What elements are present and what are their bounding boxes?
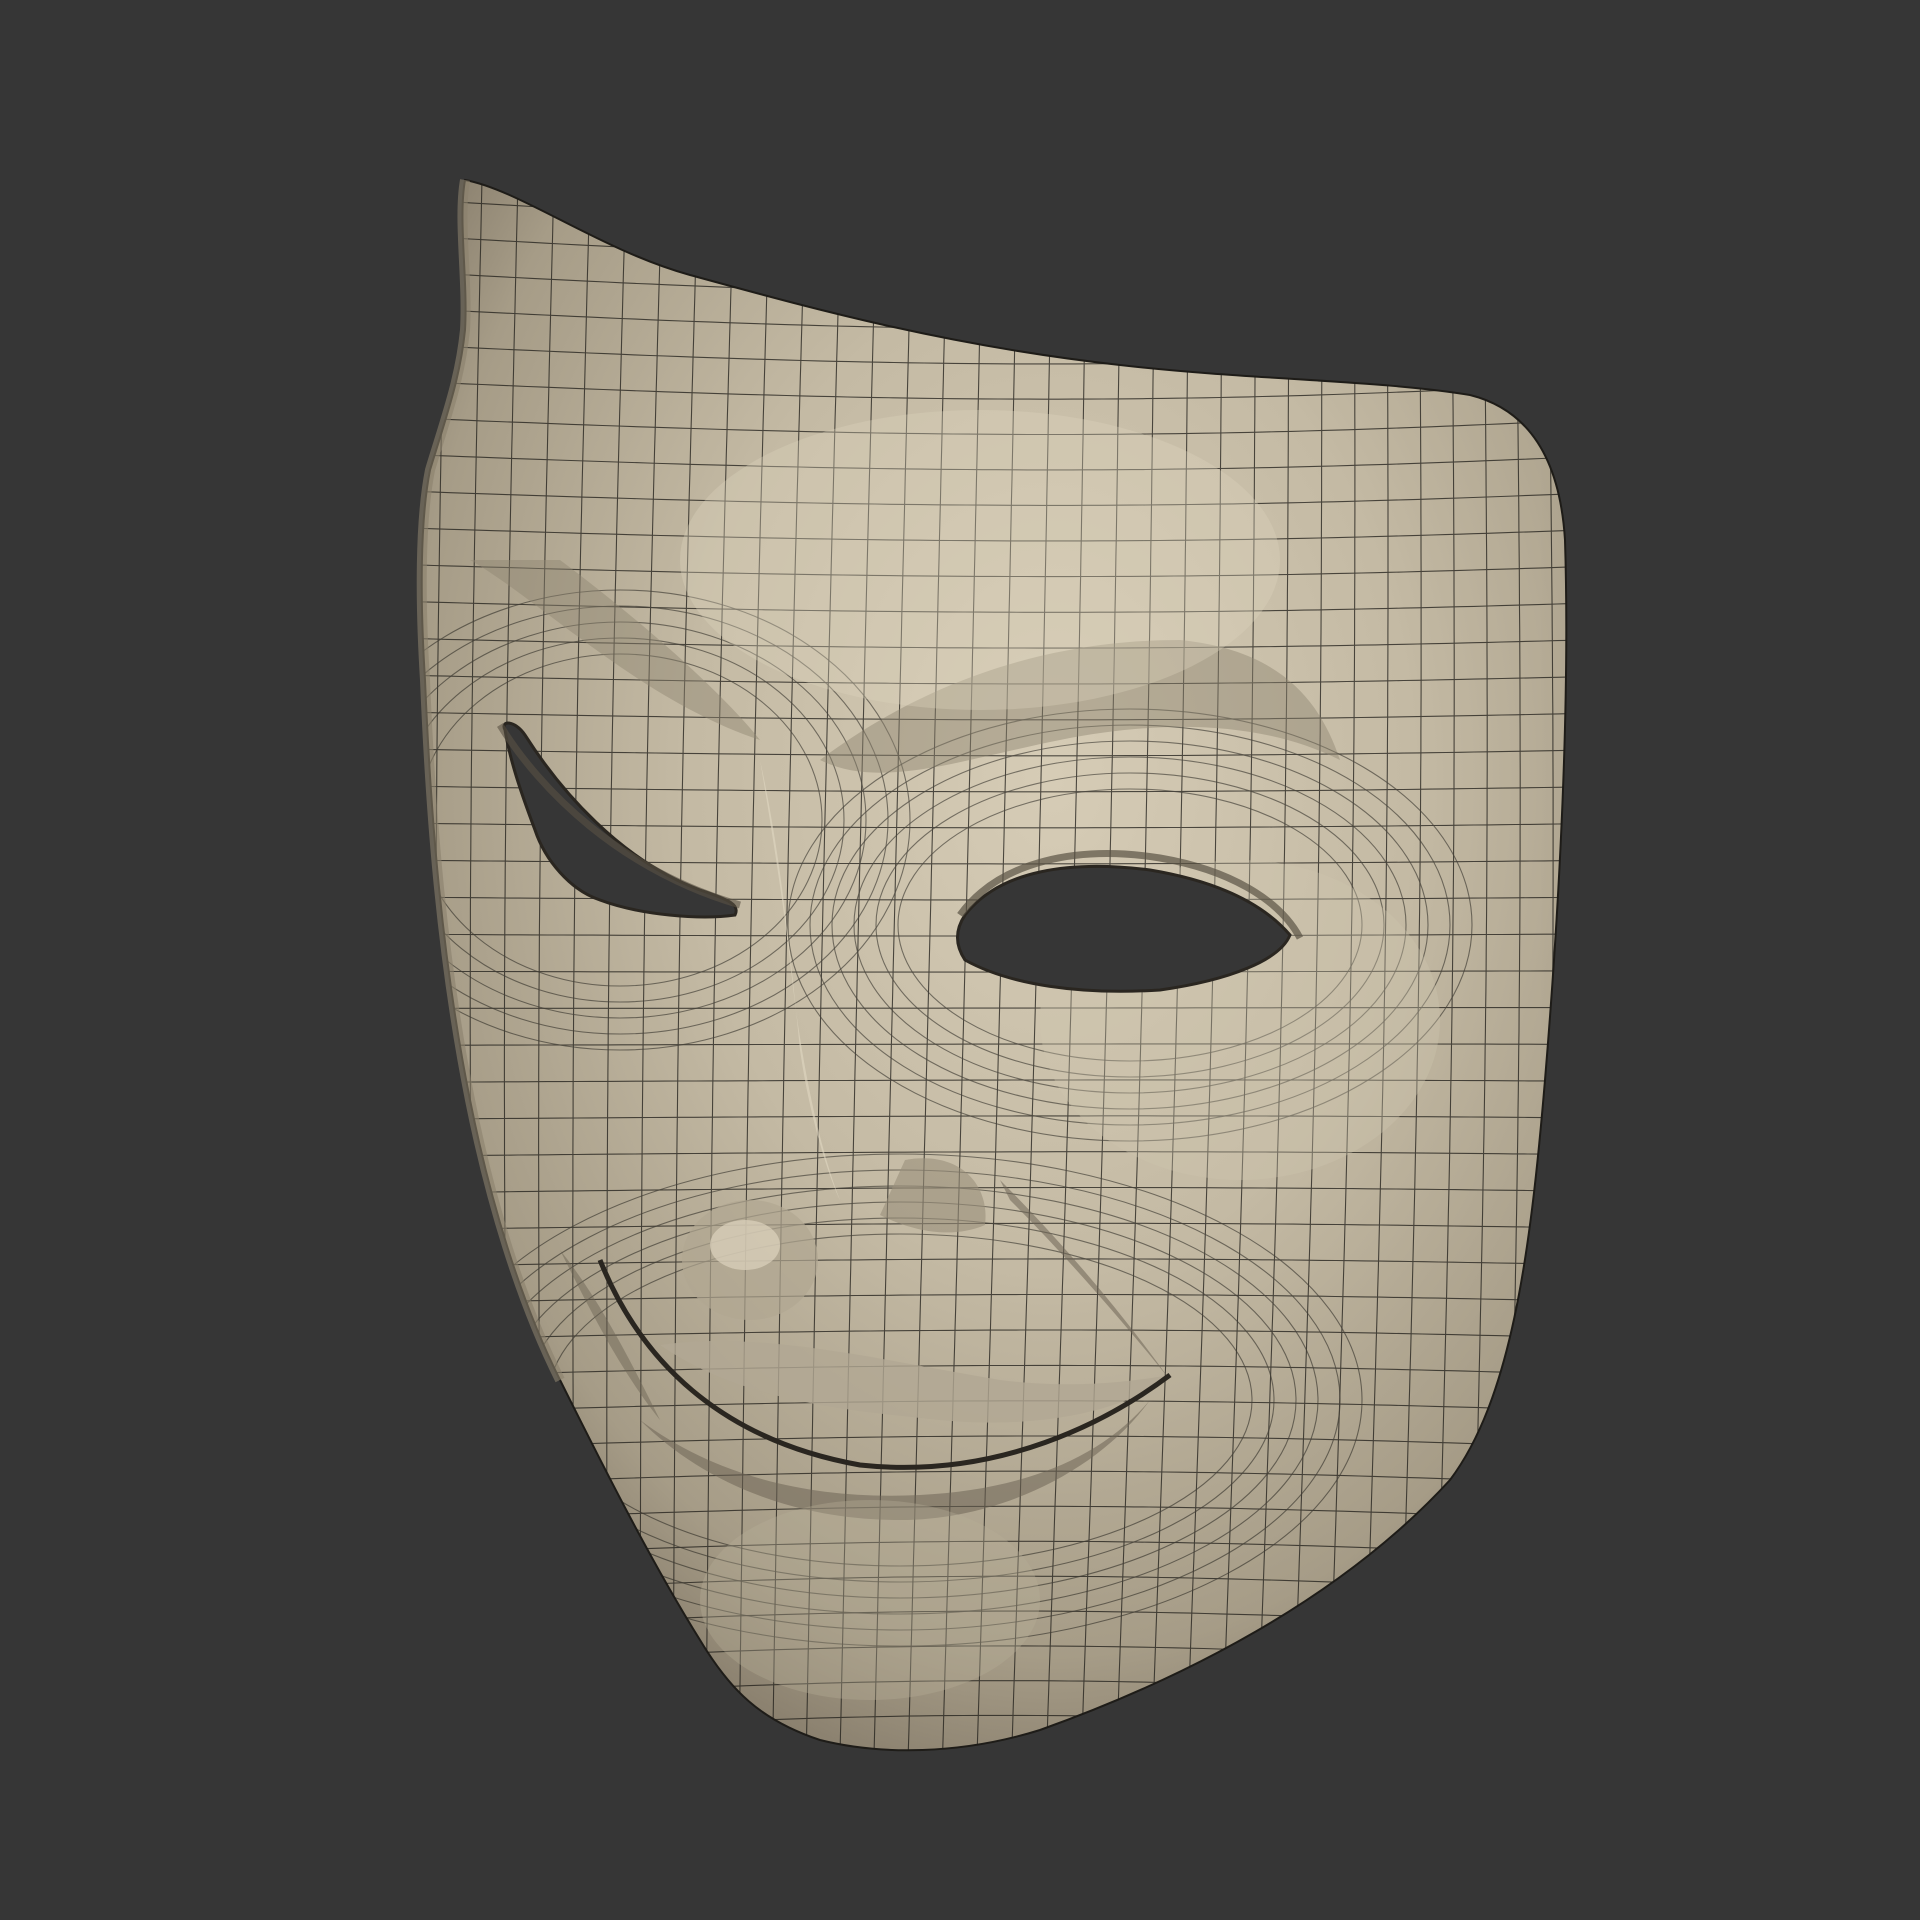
mesh-edge-vertical <box>1576 166 1586 1775</box>
mesh-edge-horizontal <box>421 180 1567 190</box>
mask-render <box>402 163 1586 1777</box>
mesh-edge-vertical <box>402 163 413 1777</box>
viewport[interactable] <box>0 0 1920 1920</box>
mesh-edge-horizontal <box>421 198 1567 225</box>
mesh-edge-horizontal <box>421 1749 1567 1751</box>
